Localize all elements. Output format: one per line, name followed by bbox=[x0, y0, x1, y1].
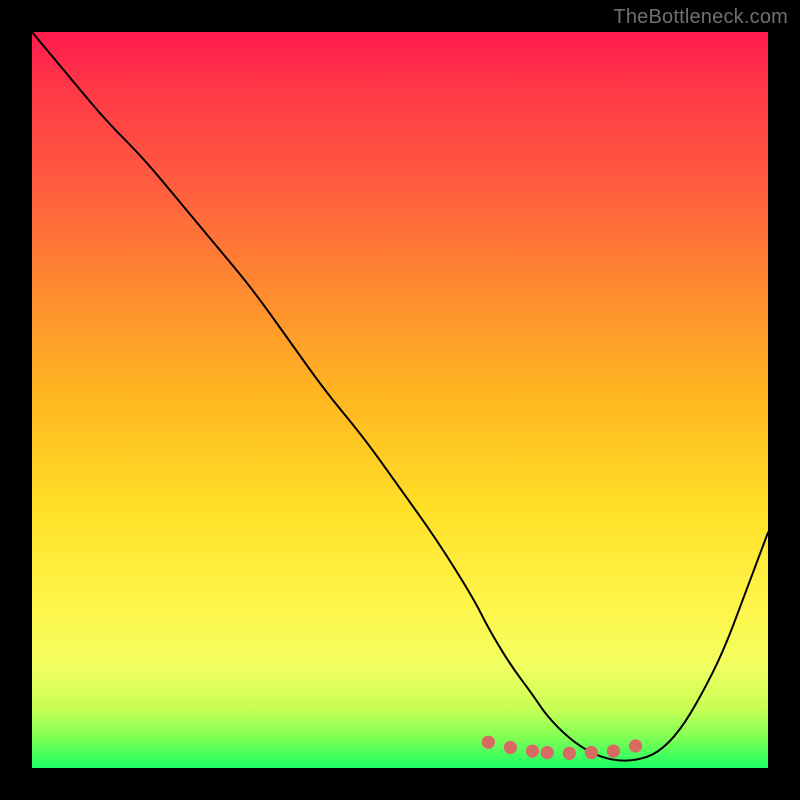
bead-marker bbox=[629, 739, 642, 752]
watermark-text: TheBottleneck.com bbox=[613, 6, 788, 29]
bead-marker bbox=[585, 746, 598, 759]
chart-svg bbox=[32, 32, 768, 768]
chart-plot-area bbox=[32, 32, 768, 768]
bead-marker bbox=[482, 736, 495, 749]
optimal-range-beads bbox=[482, 736, 642, 760]
bead-marker bbox=[563, 747, 576, 760]
bead-marker bbox=[607, 744, 620, 757]
chart-frame: TheBottleneck.com bbox=[0, 0, 800, 800]
bead-marker bbox=[504, 741, 517, 754]
bead-marker bbox=[526, 744, 539, 757]
bead-marker bbox=[541, 746, 554, 759]
bottleneck-curve bbox=[32, 32, 768, 761]
